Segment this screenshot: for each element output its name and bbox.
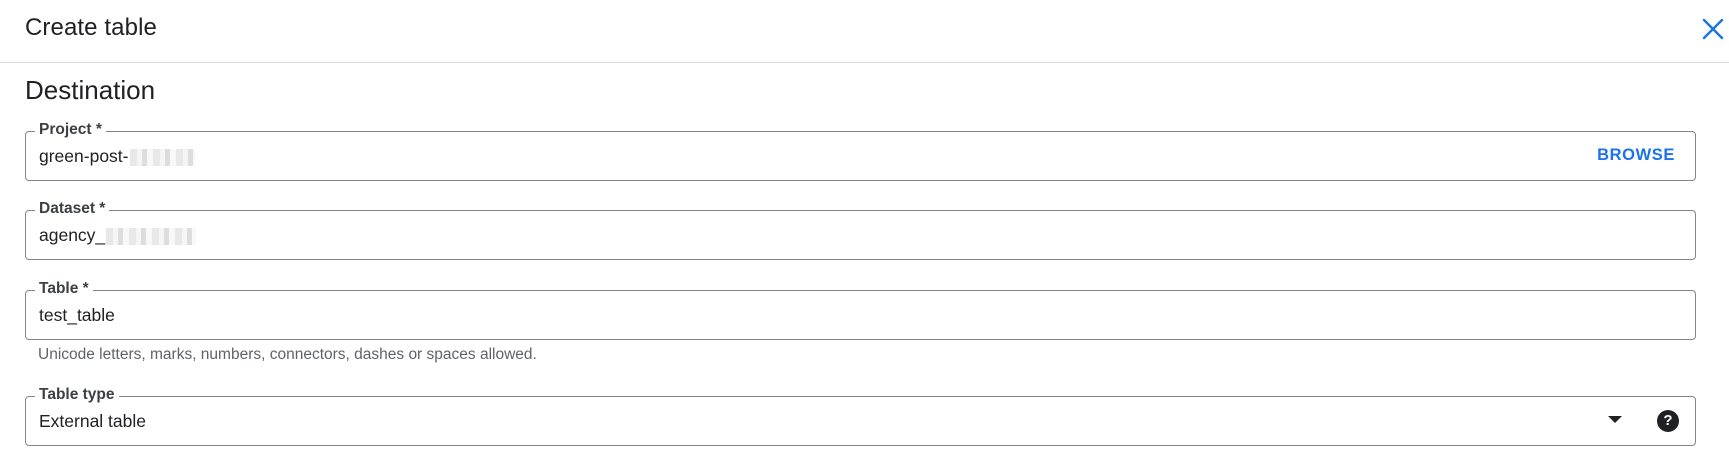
- table-label: Table *: [35, 279, 93, 299]
- dialog-header: Create table: [0, 0, 1729, 63]
- redacted-blur: [129, 148, 195, 166]
- arrow-drop-down-icon[interactable]: [1608, 416, 1622, 423]
- dataset-value-text: agency_: [39, 225, 106, 245]
- project-value[interactable]: green-post-: [39, 145, 195, 167]
- dialog-title: Create table: [25, 14, 157, 41]
- close-icon[interactable]: [1698, 14, 1728, 44]
- table-helper-text: Unicode letters, marks, numbers, connect…: [38, 346, 537, 363]
- help-icon[interactable]: ?: [1657, 410, 1679, 432]
- table-field[interactable]: Table * test_table: [25, 279, 1696, 340]
- table-type-value: External table: [39, 411, 147, 431]
- section-title-destination: Destination: [25, 75, 156, 105]
- table-value[interactable]: test_table: [39, 304, 115, 326]
- dataset-value[interactable]: agency_: [39, 224, 197, 246]
- table-type-select[interactable]: Table type External table ?: [25, 385, 1696, 446]
- project-value-text: green-post-: [39, 146, 129, 166]
- redacted-blur: [106, 227, 197, 245]
- dataset-label: Dataset *: [35, 199, 110, 219]
- project-label: Project *: [35, 120, 106, 140]
- table-type-label: Table type: [35, 385, 119, 405]
- dataset-field[interactable]: Dataset * agency_: [25, 199, 1696, 260]
- browse-button[interactable]: BROWSE: [1597, 146, 1675, 165]
- project-field[interactable]: Project * green-post- BROWSE: [25, 120, 1696, 181]
